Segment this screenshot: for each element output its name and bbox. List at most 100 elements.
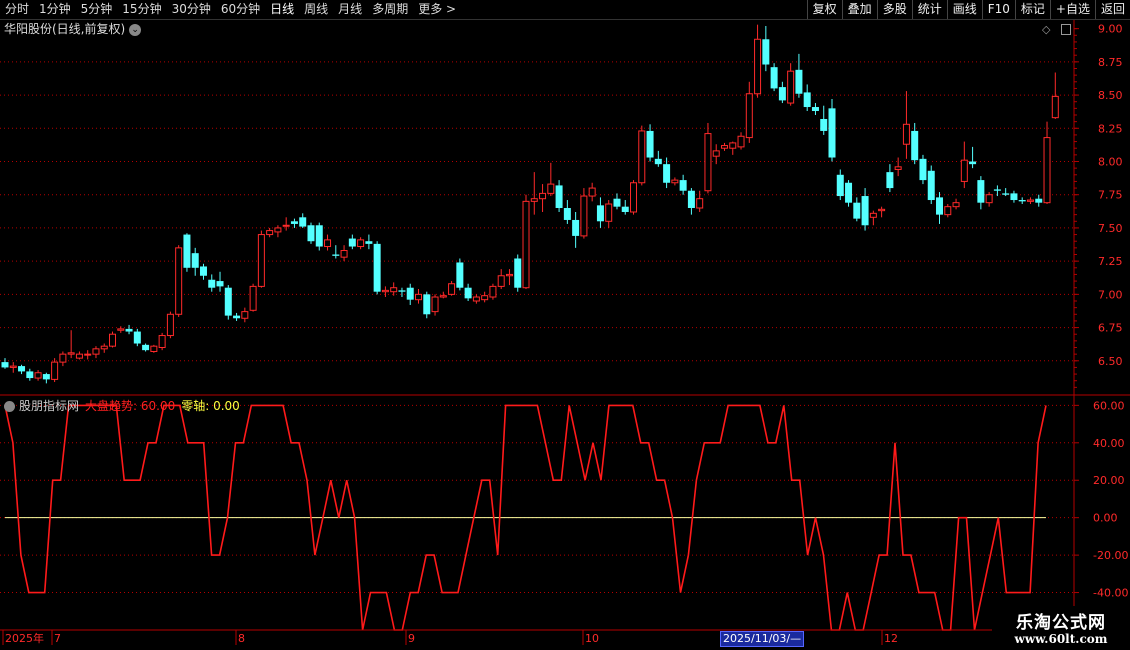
candle-body: [348, 238, 356, 247]
candle-body: [166, 313, 174, 337]
indicator-menu-icon[interactable]: [4, 401, 15, 412]
candle-body: [257, 234, 265, 287]
date-tick-label: 10: [585, 632, 599, 645]
candle-body: [497, 275, 505, 287]
candle-body: [472, 296, 480, 302]
candle-body: [977, 180, 985, 203]
price-tick-label: 8.25: [1098, 122, 1123, 135]
candle-body: [266, 230, 274, 236]
candle-body: [282, 224, 290, 227]
candle-body: [969, 161, 977, 165]
candle-body: [778, 87, 786, 101]
candle-body: [299, 217, 307, 227]
candle-body: [373, 243, 381, 292]
candle-body: [415, 293, 422, 301]
candle-body: [398, 290, 406, 292]
candle-body: [745, 93, 753, 139]
candle-body: [100, 345, 108, 350]
indicator-panel: [4, 404, 1047, 631]
candle-body: [1002, 193, 1010, 195]
candle-body: [249, 285, 257, 311]
candle-body: [439, 295, 447, 298]
candle-body: [588, 187, 596, 197]
candle-body: [712, 150, 720, 157]
candle-body: [762, 39, 770, 65]
candle-body: [307, 225, 315, 242]
candle-body: [687, 190, 695, 208]
date-tick-label: 9: [408, 632, 415, 645]
kline-chart[interactable]: 9.00 8.75 8.50 8.25 8.00 7.75 7.50 7.25 7.00 6.75…: [0, 0, 1130, 650]
indicator-tick-label: 60.00: [1093, 399, 1125, 412]
candle-body: [423, 294, 431, 315]
candle-body: [142, 344, 150, 351]
candle-body: [175, 247, 183, 315]
candle-body: [332, 254, 340, 256]
candle-body: [59, 353, 67, 363]
candle-body: [902, 123, 910, 145]
candle-body: [233, 315, 241, 319]
candle-body: [26, 371, 34, 379]
candle-body: [109, 333, 117, 347]
candle-body: [803, 92, 811, 108]
candle-body: [1, 362, 9, 368]
candle-body: [315, 225, 323, 247]
indicator-series1-value: 大盘趋势: 60.00: [85, 399, 176, 413]
candle-body: [274, 227, 282, 233]
indicator-tick-label: -20.00: [1093, 549, 1128, 562]
candle-body: [993, 189, 1001, 191]
candle-body: [1051, 95, 1059, 119]
candle-body: [1018, 200, 1026, 202]
candle-body: [390, 287, 398, 293]
price-tick-label: 7.25: [1098, 255, 1123, 268]
price-tick-label: 6.75: [1098, 322, 1123, 335]
candle-body: [944, 206, 952, 216]
price-tick-label: 6.50: [1098, 355, 1123, 368]
candle-body: [811, 107, 819, 112]
candle-body: [290, 221, 298, 224]
candle-body: [125, 328, 133, 332]
candle-body: [505, 273, 513, 277]
candle-body: [456, 262, 464, 288]
candle-body: [911, 130, 919, 161]
indicator-name: 股朋指标网: [19, 399, 80, 413]
price-tick-label: 8.00: [1098, 156, 1123, 169]
candle-body: [663, 164, 671, 183]
price-tick-label: 7.50: [1098, 222, 1123, 235]
candle-body: [51, 361, 59, 380]
candle-body: [630, 182, 638, 213]
candle-body: [208, 279, 216, 288]
candle-body: [936, 197, 944, 215]
candle-body: [1010, 193, 1018, 201]
candle-body: [596, 205, 604, 222]
candle-body: [522, 200, 530, 289]
candle-body: [952, 202, 960, 208]
candle-body: [836, 174, 844, 197]
candle-body: [729, 142, 737, 149]
candle-body: [324, 239, 332, 248]
candle-body: [605, 203, 613, 222]
candle-body: [580, 195, 588, 237]
price-tick-label: 9.00: [1098, 23, 1123, 36]
candle-body: [894, 166, 902, 170]
cursor-date-label: 2025/11/03/—: [720, 631, 805, 647]
indicator-tick-label: 0.00: [1093, 512, 1118, 525]
candle-body: [621, 206, 629, 212]
candle-body: [241, 311, 249, 319]
candle-body: [489, 285, 497, 298]
candle-body: [448, 283, 456, 295]
date-tick-label: 8: [238, 632, 245, 645]
candle-body: [431, 296, 439, 313]
date-tick-label: 2025年: [5, 631, 44, 645]
candle-body: [696, 198, 704, 209]
candle-body: [985, 194, 993, 204]
candle-body: [919, 158, 927, 181]
candle-body: [547, 183, 555, 194]
candle-body: [183, 234, 191, 268]
candle-body: [613, 198, 621, 207]
candle-body: [878, 208, 886, 212]
candle-body: [34, 372, 42, 379]
candle-body: [1035, 198, 1043, 203]
candle-body: [853, 202, 861, 219]
candle-body: [770, 67, 778, 89]
candle-body: [42, 374, 50, 380]
